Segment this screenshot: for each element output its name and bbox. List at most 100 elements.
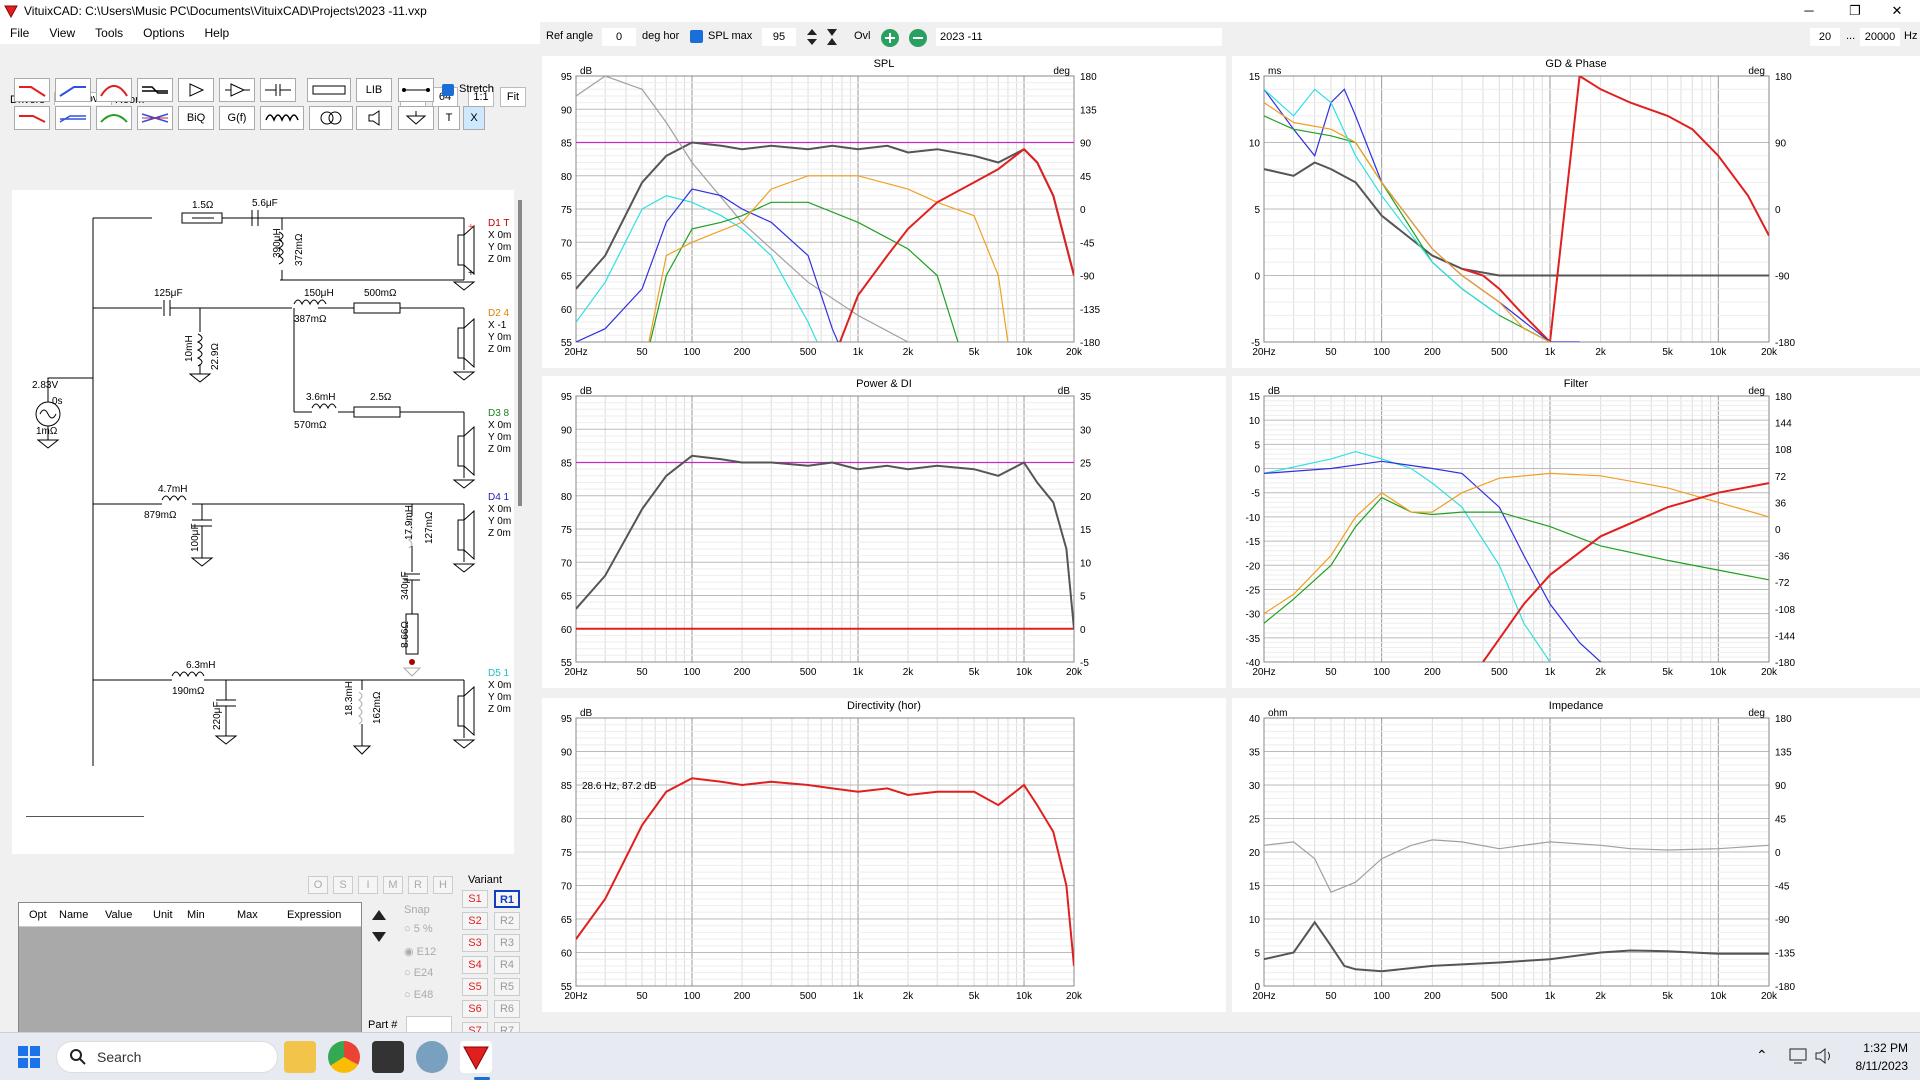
horizontal-scrollbar[interactable] [26, 816, 144, 817]
ground-tool[interactable] [398, 106, 434, 130]
snap-e48[interactable]: ○ E48 [404, 989, 433, 1001]
close-button[interactable]: ✕ [1874, 0, 1920, 22]
x-tick-label: 500 [1491, 991, 1508, 1002]
minimize-button[interactable]: ─ [1786, 0, 1832, 22]
x-tick-label: 1k [1545, 991, 1557, 1002]
text-tool[interactable]: T [438, 106, 460, 130]
move-down-icon[interactable] [370, 928, 388, 948]
opt-toggle-m[interactable]: M [383, 876, 403, 894]
optimizer-grid[interactable]: Opt Name Value Unit Min Max Expression [18, 902, 362, 1038]
fit-button[interactable]: Fit [500, 87, 526, 107]
lowpass-tool[interactable] [14, 78, 50, 102]
snap-e24[interactable]: ○ E24 [404, 967, 433, 979]
capacitor-tool[interactable] [260, 78, 296, 102]
wire-tool[interactable] [398, 78, 434, 102]
notch-tool[interactable] [96, 106, 132, 130]
highpass-tool[interactable] [55, 78, 91, 102]
buffer-tool[interactable] [178, 78, 214, 102]
lowpass2-tool[interactable] [14, 106, 50, 130]
series-line-2 [1264, 88, 1580, 342]
opt-toggle-s[interactable]: S [333, 876, 353, 894]
vituixcad-taskbar-icon[interactable] [460, 1041, 492, 1073]
volume-icon[interactable] [1814, 1047, 1834, 1065]
overlay-name-input[interactable]: 2023 -11 [936, 28, 1222, 46]
menu-view[interactable]: View [39, 26, 85, 40]
driver-tool[interactable] [356, 106, 392, 130]
snap-e12[interactable]: ◉ E12 [404, 945, 436, 958]
recall-r4[interactable]: R4 [494, 956, 520, 974]
windows-start-icon[interactable] [18, 1046, 40, 1068]
delete-tool[interactable]: X [463, 106, 485, 130]
gf-tool[interactable]: G(f) [219, 106, 255, 130]
recall-r3[interactable]: R3 [494, 934, 520, 952]
app-icon-2[interactable] [416, 1041, 448, 1073]
clock-time[interactable]: 1:32 PM [1842, 1041, 1908, 1055]
freq-max-input[interactable]: 20000 [1860, 28, 1900, 46]
spl-spinner-icon[interactable] [804, 26, 820, 48]
ref-angle-input[interactable]: 0 [602, 28, 636, 46]
impedance-panel[interactable]: 40 35 30 25 20 15 10 5 0 180 135 90 45 0 -45 -90 -135 -18… [1232, 698, 1920, 1012]
bandpass-tool[interactable] [96, 78, 132, 102]
spl-autoscale-icon[interactable] [824, 26, 840, 48]
recall-r6[interactable]: R6 [494, 1000, 520, 1018]
x-tick-label: 500 [1491, 667, 1508, 678]
x-tick-label: 20Hz [564, 347, 587, 358]
maximize-button[interactable]: ❐ [1832, 0, 1878, 22]
biquad-tool[interactable]: BiQ [178, 106, 214, 130]
save-s6[interactable]: S6 [462, 1000, 488, 1018]
taskbar-search[interactable]: Search [56, 1041, 278, 1073]
freq-min-input[interactable]: 20 [1810, 28, 1840, 46]
chevron-up-icon[interactable]: ⌃ [1756, 1047, 1768, 1064]
save-s4[interactable]: S4 [462, 956, 488, 974]
spl-panel[interactable]: 95 90 85 80 75 70 65 60 55 180 135 90 45 0 -45 -90 -135-… [542, 56, 1226, 368]
transformer-tool[interactable] [309, 106, 353, 130]
inverter-tool[interactable] [219, 78, 255, 102]
recall-r5[interactable]: R5 [494, 978, 520, 996]
snap-5pct[interactable]: ○ 5 % [404, 923, 433, 935]
inductor-tool[interactable] [260, 106, 304, 130]
clock-date[interactable]: 8/11/2023 [1842, 1059, 1909, 1073]
d3-label: D3 8 [488, 408, 510, 419]
save-s1[interactable]: S1 [462, 890, 488, 908]
app-icon-1[interactable] [372, 1041, 404, 1073]
remove-overlay-icon[interactable] [908, 28, 928, 48]
x-tick-label: 20Hz [1252, 991, 1275, 1002]
spl-max-checkbox[interactable] [690, 30, 703, 43]
recall-r2[interactable]: R2 [494, 912, 520, 930]
menu-tools[interactable]: Tools [85, 26, 133, 40]
opt-toggle-i[interactable]: I [358, 876, 378, 894]
save-s2[interactable]: S2 [462, 912, 488, 930]
highpass2-tool[interactable] [55, 106, 91, 130]
filter-panel[interactable]: 15 10 5 0 -5 -10 -15 -20 -25 -30 -35 -40 180 144 108 72… [1232, 376, 1920, 688]
recall-r1[interactable]: R1 [494, 890, 520, 908]
chrome-icon[interactable] [328, 1041, 360, 1073]
resistor-tool[interactable] [307, 78, 351, 102]
save-s3[interactable]: S3 [462, 934, 488, 952]
d2-x: X -1 [488, 320, 507, 331]
opt-toggle-o[interactable]: O [308, 876, 328, 894]
add-overlay-icon[interactable] [880, 28, 900, 48]
col-opt: Opt [29, 909, 47, 921]
schematic-scrollbar[interactable] [518, 200, 522, 506]
power-di-panel[interactable]: 95 90 85 80 75 70 65 60 55 35 30 25 20 15 10 5 0 -5 20Hz 50… [542, 376, 1226, 688]
save-s5[interactable]: S5 [462, 978, 488, 996]
network-icon[interactable] [1788, 1047, 1808, 1065]
stretch-checkbox[interactable] [442, 84, 454, 96]
crossing-tool[interactable] [137, 106, 173, 130]
schematic-canvas[interactable]: + + 2.83V 0s 1mΩ 1.5Ω 5.6μF 390μH 372mΩ D… [12, 190, 514, 854]
shelf-tool[interactable] [137, 78, 173, 102]
file-explorer-icon[interactable] [284, 1041, 316, 1073]
menu-help[interactable]: Help [195, 26, 240, 40]
lowpass-icon [19, 86, 46, 97]
gd-phase-panel[interactable]: 15 10 5 0 -5 180 90 0 -90 -180 20Hz 50 100 200 500 1k 2k… [1232, 56, 1920, 368]
d5-z: Z 0m [488, 704, 511, 715]
menu-options[interactable]: Options [133, 26, 194, 40]
x-tick-label: 20Hz [1252, 667, 1275, 678]
spl-max-input[interactable]: 95 [762, 28, 796, 46]
x-tick-label: 10k [1016, 347, 1033, 358]
opt-toggle-r[interactable]: R [408, 876, 428, 894]
library-tool[interactable]: LIB [356, 78, 392, 102]
opt-toggle-h[interactable]: H [433, 876, 453, 894]
menu-file[interactable]: File [0, 26, 39, 40]
directivity-panel[interactable]: 95 90 85 80 75 70 65 60 55 20Hz 50 100 200 500 1k 2k 5k 1… [542, 698, 1226, 1012]
